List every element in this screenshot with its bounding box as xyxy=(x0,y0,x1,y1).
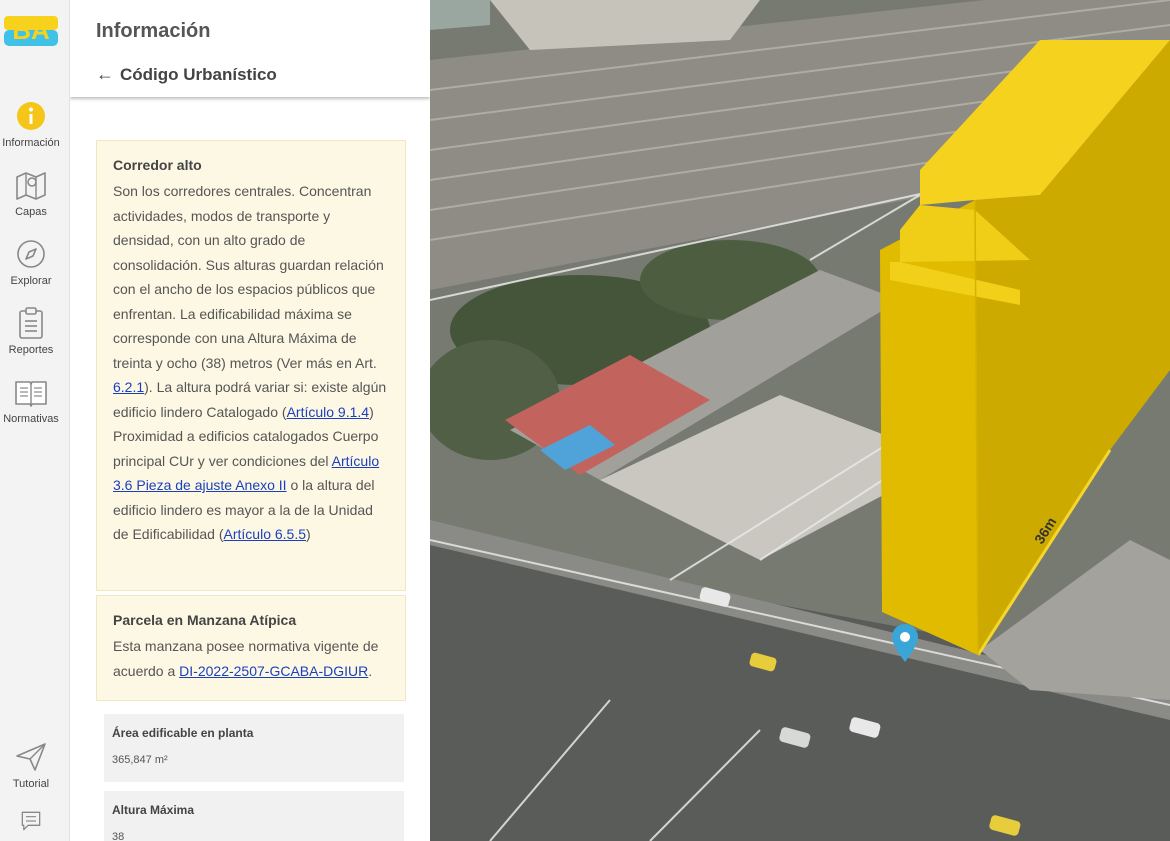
nav-explorar[interactable]: Explorar xyxy=(0,236,62,287)
back-label: Código Urbanístico xyxy=(120,65,277,84)
stat-label: Altura Máxima xyxy=(112,803,195,817)
back-button[interactable]: ← Código Urbanístico xyxy=(96,64,277,85)
nav-feedback[interactable] xyxy=(0,808,62,834)
nav-tutorial[interactable]: Tutorial xyxy=(0,739,62,790)
link-art-9-1-4[interactable]: Artículo 9.1.4 xyxy=(287,404,370,420)
stat-value: 38 xyxy=(112,831,125,841)
map-layers-icon xyxy=(16,172,46,200)
text-segment: . xyxy=(368,662,373,679)
text-segment: ) xyxy=(306,526,311,542)
panel-header: Información ← Código Urbanístico xyxy=(70,0,430,97)
panel-title: Información xyxy=(96,20,211,42)
nav-label: Reportes xyxy=(8,344,54,356)
card-title: Corredor alto xyxy=(113,157,202,173)
nav-capas[interactable]: Capas xyxy=(0,167,62,218)
nav-normativas[interactable]: Normativas xyxy=(0,374,62,425)
stat-area-edificable: Área edificable en planta 365,847 m² xyxy=(104,714,404,782)
link-art-6-2-1[interactable]: 6.2.1 xyxy=(113,379,144,395)
nav-label: Tutorial xyxy=(12,778,50,790)
nav-reportes[interactable]: Reportes xyxy=(0,305,62,356)
satellite-map: 36m xyxy=(430,0,1170,841)
arrow-left-icon: ← xyxy=(96,64,114,84)
nav-label: Explorar xyxy=(10,275,52,287)
text-segment: Son los corredores centrales. Concentran… xyxy=(113,183,384,371)
nav-label: Capas xyxy=(15,206,47,218)
nav-informacion[interactable]: Información xyxy=(0,98,62,149)
feedback-icon xyxy=(21,811,41,831)
logo-text: BA xyxy=(12,15,50,45)
book-icon xyxy=(15,381,47,407)
info-panel: Información ← Código Urbanístico Corredor… xyxy=(70,0,430,841)
card-text: Esta manzana posee normativa vigente de … xyxy=(113,634,389,683)
nav-label: Información xyxy=(2,137,60,149)
stat-altura-maxima: Altura Máxima 38 xyxy=(104,791,404,841)
nav-label: Normativas xyxy=(3,413,59,425)
compass-icon xyxy=(17,240,45,268)
paper-plane-icon xyxy=(16,743,46,771)
stat-label: Área edificable en planta xyxy=(112,726,254,740)
card-title: Parcela en Manzana Atípica xyxy=(113,612,297,628)
parcela-card: Parcela en Manzana Atípica Esta manzana … xyxy=(96,595,406,701)
clipboard-icon xyxy=(19,307,43,339)
sidebar-rail: BA Información Capas Explorar Reportes N… xyxy=(0,0,70,841)
link-disposicion[interactable]: DI-2022-2507-GCABA-DGIUR xyxy=(179,663,368,679)
link-art-6-5-5[interactable]: Artículo 6.5.5 xyxy=(224,526,307,542)
card-text: Son los corredores centrales. Concentran… xyxy=(113,179,389,547)
map-3d-view[interactable]: 36m xyxy=(430,0,1170,841)
info-icon xyxy=(17,102,45,130)
stat-value: 365,847 m² xyxy=(112,754,168,766)
corredor-alto-card: Corredor alto Son los corredores central… xyxy=(96,140,406,591)
ba-logo[interactable]: BA xyxy=(4,14,58,48)
